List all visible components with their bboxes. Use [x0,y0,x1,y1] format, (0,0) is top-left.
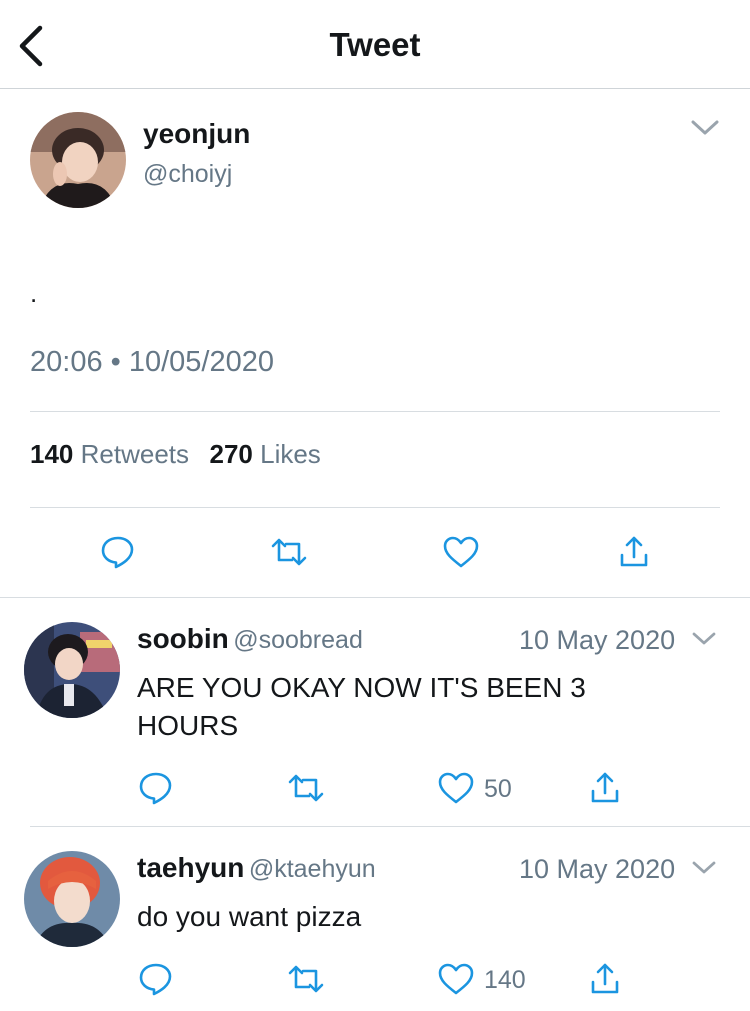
reply-author-name[interactable]: soobin [137,623,229,654]
reply-author-handle[interactable]: @soobread [233,626,363,654]
like-count: 50 [484,775,512,803]
reply-header: soobin @soobread [137,622,363,657]
reply-date: 10 May 2020 [519,854,676,884]
likes-count[interactable]: 270 [209,439,252,469]
author-handle[interactable]: @choiyj [143,157,232,191]
likes-label[interactable]: Likes [260,439,321,469]
like-icon[interactable] [437,962,475,996]
divider [30,507,720,508]
tweet-text: . [30,278,38,308]
reply-text: ARE YOU OKAY NOW IT'S BEEN 3 HOURS [137,669,697,745]
reply-text-line: HOURS [137,710,239,741]
chevron-down-icon[interactable] [691,858,717,878]
timestamp-separator: • [110,346,121,378]
retweets-count[interactable]: 140 [30,439,73,469]
retweet-icon[interactable] [287,963,325,995]
like-icon[interactable] [442,535,480,569]
reply-text: do you want pizza [137,901,362,932]
reply-icon[interactable] [138,961,174,997]
retweet-icon[interactable] [287,772,325,804]
retweets-label[interactable]: Retweets [81,439,189,469]
reply-author-handle[interactable]: @ktaehyun [249,855,376,883]
page-title: Tweet [329,26,421,63]
share-icon[interactable] [589,961,621,997]
tweet-timestamp: 20:06 • 10/05/2020 [30,342,274,382]
chevron-down-icon[interactable] [690,118,720,138]
reply-text-line: ARE YOU OKAY NOW IT'S BEEN 3 [137,672,586,703]
retweet-icon[interactable] [270,536,308,568]
share-icon[interactable] [589,770,621,806]
reply-header: taehyun @ktaehyun [137,851,376,886]
author-name[interactable]: yeonjun [143,117,250,151]
tweet-date: 10/05/2020 [128,346,275,378]
like-icon[interactable] [437,771,475,805]
avatar[interactable] [24,622,120,718]
avatar[interactable] [30,112,126,208]
avatar[interactable] [24,851,120,947]
reply-icon[interactable] [138,770,174,806]
chevron-down-icon[interactable] [691,629,717,649]
like-count: 140 [484,966,526,994]
share-icon[interactable] [618,534,650,570]
divider [0,597,750,598]
tweet-time: 20:06 [30,346,103,378]
divider [30,411,720,412]
tweet-stats: 140 Retweets 270 Likes [30,436,321,472]
reply-date: 10 May 2020 [519,625,676,655]
divider [30,826,750,827]
reply-icon[interactable] [100,534,136,570]
reply-author-name[interactable]: taehyun [137,852,244,883]
